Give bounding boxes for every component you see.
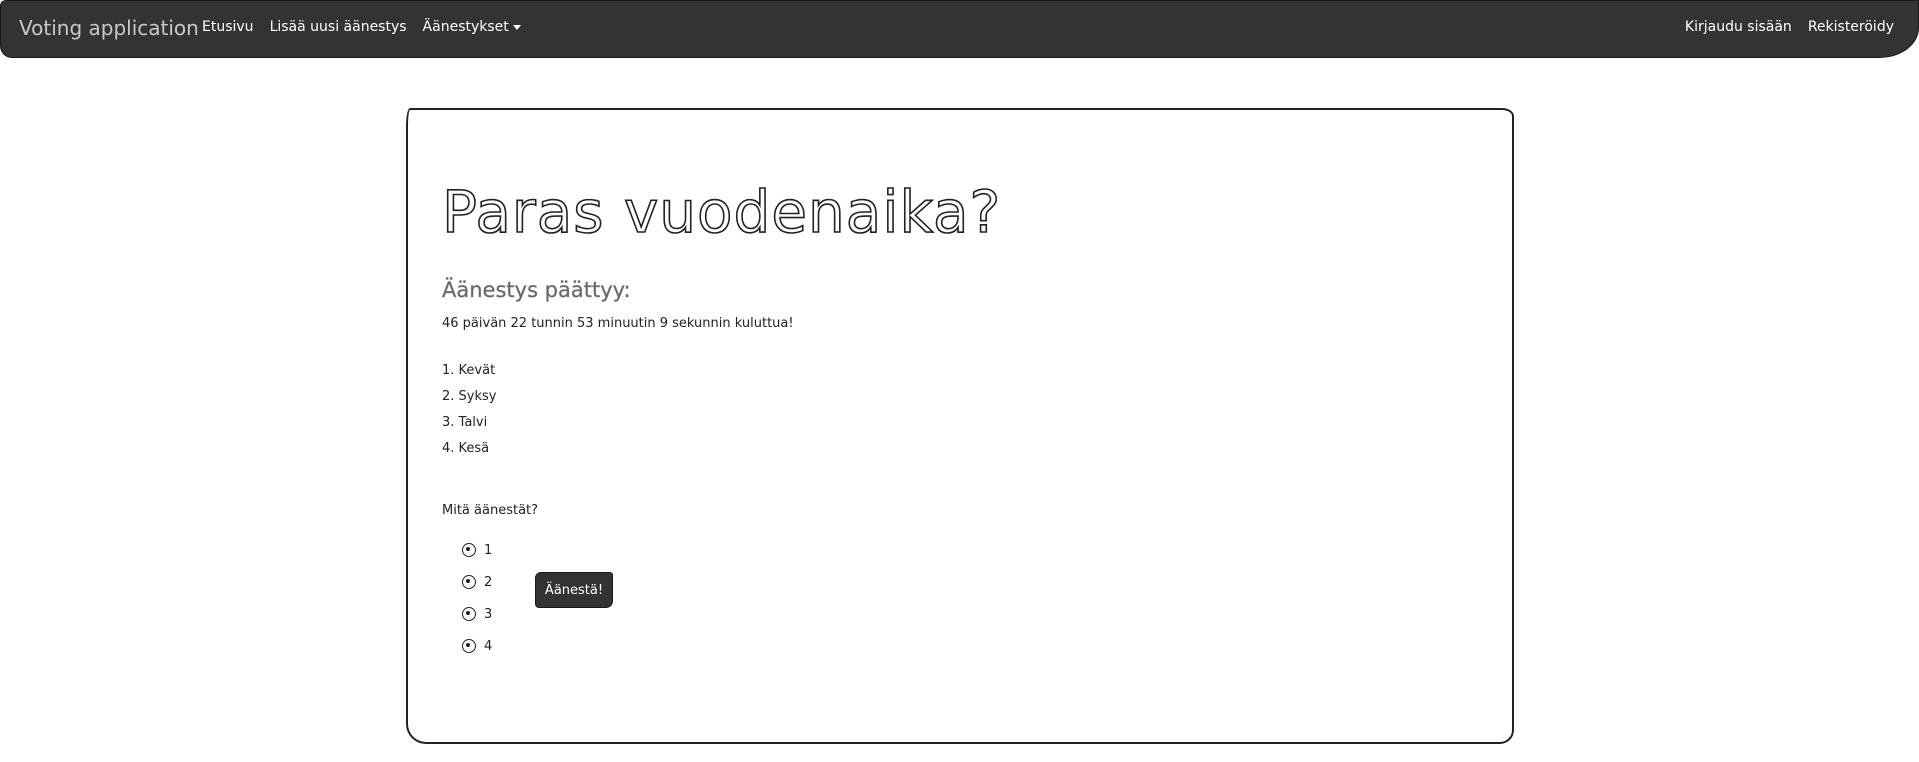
vote-question: Mitä äänestät?	[442, 503, 539, 518]
vote-radio-1[interactable]: 1	[462, 534, 492, 566]
poll-options-list: 1. Kevät 2. Syksy 3. Talvi 4. Kesä	[442, 358, 496, 462]
vote-radio-4[interactable]: 4	[462, 630, 492, 662]
poll-option: 4. Kesä	[442, 441, 490, 456]
vote-radio-group: 1 2 3 4	[462, 534, 492, 662]
radio-label: 3	[484, 606, 493, 622]
radio-label: 1	[484, 542, 493, 558]
poll-option: 2. Syksy	[442, 389, 497, 404]
poll-title: Paras vuodenaika?	[441, 177, 1002, 247]
poll-countdown: 46 päivän 22 tunnin 53 minuutin 9 sekunn…	[442, 316, 794, 331]
radio-label: 2	[484, 574, 493, 590]
vote-button[interactable]: Äänestä!	[535, 572, 613, 608]
vote-radio-2[interactable]: 2	[462, 566, 492, 598]
nav-left: Etusivu Lisää uusi äänestys Äänestykset	[202, 19, 537, 35]
radio-label: 4	[484, 638, 493, 654]
radio-icon[interactable]	[462, 607, 476, 621]
brand-link[interactable]: Voting application	[19, 16, 199, 40]
vote-radio-3[interactable]: 3	[462, 598, 492, 630]
radio-icon[interactable]	[462, 543, 476, 557]
radio-icon[interactable]	[462, 575, 476, 589]
nav-dropdown-polls-label: Äänestykset	[422, 19, 509, 35]
radio-icon[interactable]	[462, 639, 476, 653]
nav-right: Kirjaudu sisään Rekisteröidy	[1669, 19, 1894, 35]
poll-card: Paras vuodenaika? Äänestys päättyy: 46 p…	[406, 108, 1514, 744]
poll-ends-label: Äänestys päättyy:	[442, 278, 631, 302]
nav-link-etusivu[interactable]: Etusivu	[202, 19, 254, 35]
navbar: Voting application Etusivu Lisää uusi ää…	[0, 0, 1919, 58]
poll-option: 3. Talvi	[442, 415, 488, 430]
caret-down-icon	[512, 24, 521, 30]
nav-dropdown-polls[interactable]: Äänestykset	[423, 19, 521, 35]
poll-option: 1. Kevät	[442, 363, 496, 378]
nav-link-add-poll[interactable]: Lisää uusi äänestys	[270, 19, 407, 35]
nav-link-login[interactable]: Kirjaudu sisään	[1685, 19, 1792, 35]
nav-link-register[interactable]: Rekisteröidy	[1808, 19, 1894, 35]
